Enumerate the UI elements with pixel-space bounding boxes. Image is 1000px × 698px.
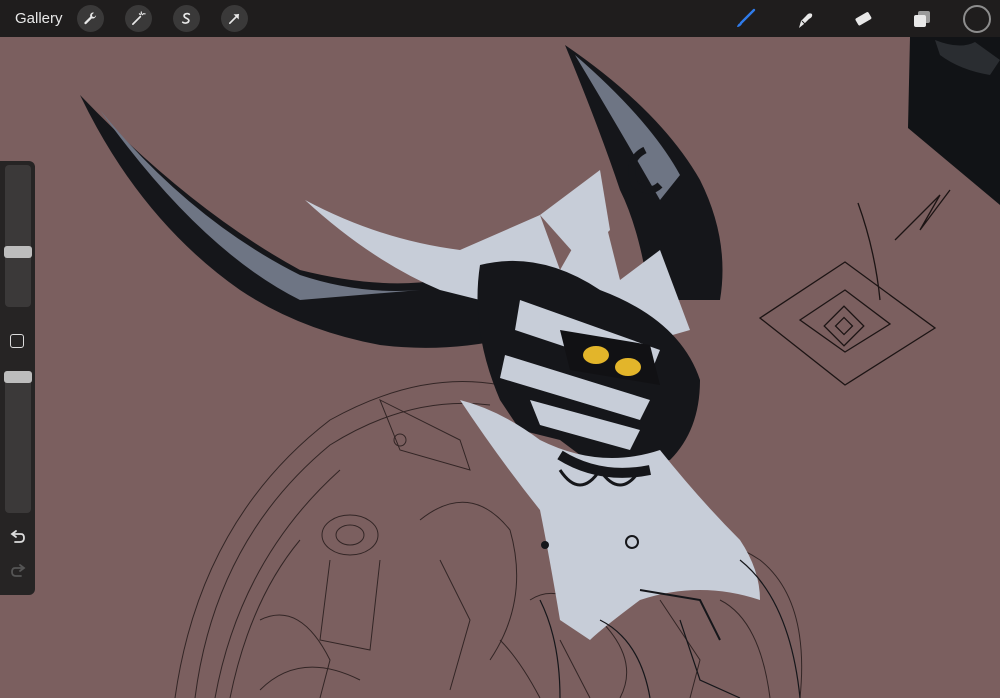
eraser-icon [855, 11, 872, 25]
smudge-button[interactable] [789, 4, 819, 34]
selection-button[interactable] [172, 5, 200, 32]
brush-icon [737, 8, 756, 27]
actions-button[interactable] [76, 5, 104, 32]
gallery-button[interactable]: Gallery [15, 10, 63, 27]
magic-wand-icon [131, 11, 146, 25]
opacity-thumb[interactable] [4, 371, 32, 383]
brush-button[interactable] [730, 4, 760, 34]
left-eye [583, 346, 609, 364]
color-picker-button[interactable] [963, 4, 991, 33]
smudge-icon [799, 12, 813, 28]
modify-button[interactable] [10, 334, 24, 348]
top-toolbar: Gallery [0, 0, 1000, 37]
transform-button[interactable] [220, 5, 248, 32]
redo-icon[interactable] [9, 563, 27, 581]
layers-icon [914, 10, 930, 27]
brush-size-thumb[interactable] [4, 245, 32, 258]
eraser-button[interactable] [848, 4, 878, 34]
selection-icon [181, 12, 190, 24]
right-eye [615, 358, 641, 376]
transform-arrow-icon [228, 13, 239, 25]
brush-size-slider[interactable] [5, 165, 31, 307]
undo-icon[interactable] [9, 529, 27, 547]
wrench-icon [83, 12, 96, 25]
brush-sidebar [0, 161, 35, 595]
layers-button[interactable] [907, 4, 937, 34]
opacity-slider[interactable] [5, 371, 31, 513]
right-tool-group [701, 0, 1000, 37]
drawing-canvas[interactable] [0, 37, 1000, 698]
adjustments-button[interactable] [124, 5, 152, 32]
